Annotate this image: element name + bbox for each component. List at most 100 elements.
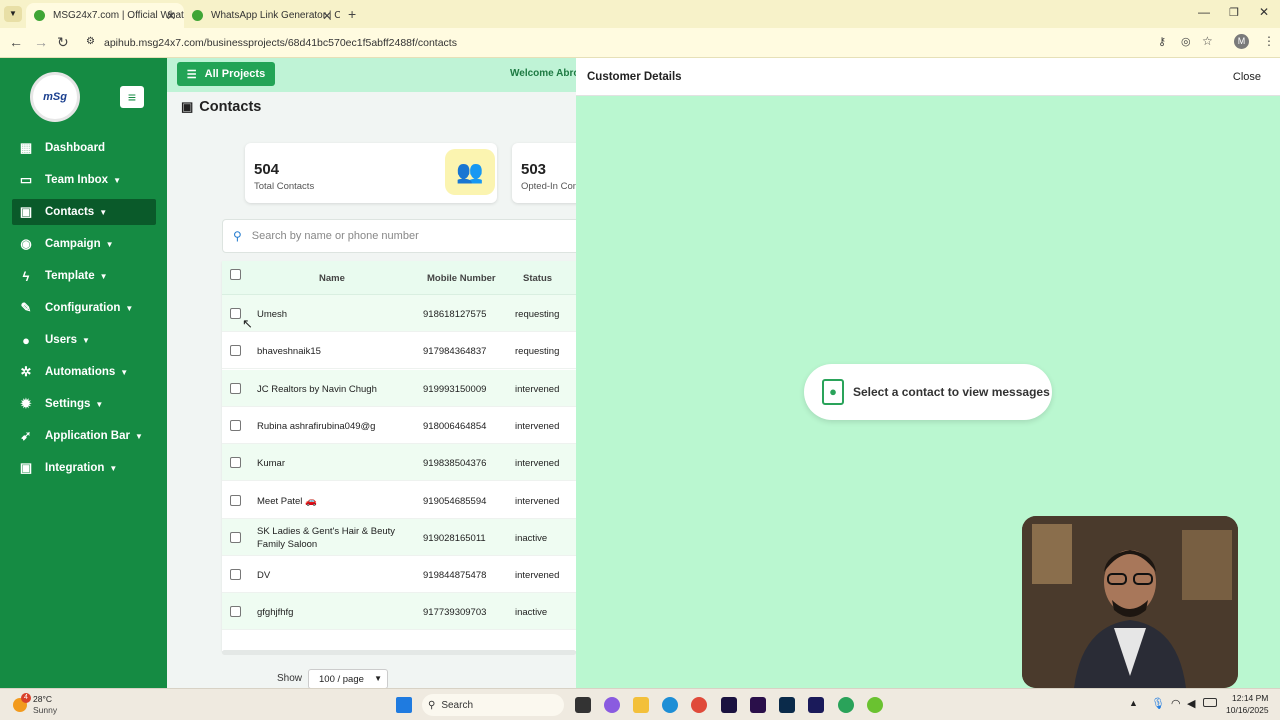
sidebar-item-users[interactable]: ● Users ▼ — [12, 327, 156, 353]
table-row[interactable]: bhaveshnaik15 917984364837 requesting — [222, 332, 576, 370]
battery-icon[interactable] — [1203, 698, 1217, 707]
bookmark-star-icon[interactable]: ☆ — [1202, 34, 1213, 48]
row-checkbox[interactable] — [230, 457, 241, 469]
photoshop-icon[interactable] — [779, 697, 795, 713]
media-encoder-icon[interactable] — [808, 697, 824, 713]
sidebar-item-label: Settings — [45, 398, 91, 410]
template-icon: ϟ — [22, 268, 30, 284]
minimize-icon[interactable]: — — [1198, 5, 1210, 19]
copilot-icon[interactable] — [604, 697, 620, 713]
row-checkbox[interactable] — [230, 308, 241, 319]
table-row[interactable]: Kumar 919838504376 intervened — [222, 444, 576, 482]
mobile-number-cell: 919838504376 — [423, 458, 487, 470]
premiere-icon[interactable] — [750, 697, 766, 713]
browser-tab-link-generator[interactable]: WhatsApp Link Generator | Cre ✕ — [184, 3, 340, 28]
clock-date[interactable]: 10/16/2025 — [1226, 705, 1269, 715]
row-checkbox[interactable] — [230, 345, 241, 357]
sidebar-item-campaign[interactable]: ◉ Campaign ▼ — [12, 231, 156, 257]
restore-icon[interactable]: ❐ — [1229, 6, 1239, 19]
tray-chevron-icon[interactable]: ▲ — [1129, 698, 1138, 708]
sidebar-item-integration[interactable]: ▣ Integration ▼ — [12, 455, 156, 481]
after-effects-icon[interactable] — [721, 697, 737, 713]
row-checkbox[interactable] — [230, 419, 241, 431]
chrome-active-icon[interactable] — [838, 697, 854, 713]
table-row[interactable]: SK Ladies & Gent's Hair & Beuty Family S… — [222, 518, 576, 556]
users-group-icon: 👥 — [445, 149, 495, 195]
url-field[interactable]: ⚙ apihub.msg24x7.com/businessprojects/68… — [80, 32, 1190, 54]
site-info-icon[interactable]: ⚙ — [86, 36, 95, 47]
row-checkbox[interactable] — [230, 382, 241, 394]
column-header-name[interactable]: Name — [319, 273, 345, 284]
taskbar-search-box[interactable]: ⚲ Search — [422, 694, 564, 716]
sidebar-item-dashboard[interactable]: ▦ Dashboard — [12, 135, 156, 161]
menu-toggle-icon[interactable]: ≡ — [120, 86, 144, 108]
password-key-icon[interactable]: ⚷ — [1158, 35, 1166, 48]
column-header-mobile[interactable]: Mobile Number — [427, 273, 496, 284]
edge-icon[interactable] — [662, 697, 678, 713]
gear-icon: ✹ — [20, 396, 32, 411]
browser-tab-msg24x7[interactable]: MSG24x7.com | Official WhatsA ✕ — [26, 3, 184, 28]
all-projects-button[interactable]: ☰ All Projects — [177, 62, 275, 86]
eye-off-icon[interactable]: ◎ — [1181, 35, 1191, 48]
weather-badge: 4 — [21, 693, 31, 703]
sidebar-item-template[interactable]: ϟ Template ▼ — [12, 263, 156, 289]
sidebar-item-team-inbox[interactable]: ▭ Team Inbox ▼ — [12, 167, 156, 193]
select-all-checkbox[interactable] — [230, 269, 241, 280]
sidebar-item-label: Application Bar — [45, 430, 130, 442]
status-cell: intervened — [515, 570, 560, 582]
table-row[interactable]: gfghjfhfg 917739309703 inactive — [222, 593, 576, 631]
horizontal-scrollbar[interactable] — [222, 650, 576, 655]
forward-icon[interactable]: → — [34, 34, 48, 50]
table-row[interactable]: JC Realtors by Navin Chugh 919993150009 in… — [222, 369, 576, 407]
row-checkbox[interactable] — [230, 606, 241, 618]
weather-desc: Sunny — [33, 705, 58, 715]
clock-time[interactable]: 12:14 PM — [1232, 693, 1268, 703]
close-tab-icon[interactable]: ✕ — [322, 9, 332, 23]
windows-start-icon[interactable] — [396, 697, 412, 713]
customer-details-panel: Customer Details Close ● Select a contac… — [576, 58, 1280, 688]
sidebar-item-configuration[interactable]: ✎ Configuration ▼ — [12, 295, 156, 321]
column-header-status[interactable]: Status — [523, 273, 552, 284]
row-checkbox[interactable] — [230, 531, 241, 543]
media-player-icon[interactable] — [867, 697, 883, 713]
status-cell: inactive — [515, 532, 548, 544]
new-tab-button[interactable]: + — [348, 6, 356, 22]
status-cell: intervened — [515, 383, 560, 395]
top-bar: ☰ All Projects Welcome Abro — [167, 58, 576, 92]
table-row[interactable]: Meet Patel 🚗 919054685594 intervened — [222, 482, 576, 519]
table-row[interactable]: Umesh 918618127575 requesting — [222, 295, 576, 332]
stat-label: Total Contacts — [254, 181, 315, 192]
stat-value: 503 — [521, 161, 547, 178]
reload-icon[interactable]: ↻ — [57, 34, 69, 51]
row-checkbox[interactable] — [230, 494, 241, 506]
sidebar-item-label: Campaign — [45, 238, 101, 250]
profile-avatar[interactable]: M — [1234, 34, 1249, 49]
sidebar-item-automations[interactable]: ✲ Automations ▼ — [12, 359, 156, 385]
sidebar-item-label: Template — [45, 270, 95, 282]
stat-card-total-contacts: 504 Total Contacts 👥 — [245, 143, 497, 203]
main-content: ☰ All Projects Welcome Abro ▣ Contacts 5… — [167, 58, 576, 688]
file-explorer-icon[interactable] — [633, 697, 649, 713]
contact-name-cell: Rubina ashrafirubina049@g — [257, 420, 376, 432]
close-tab-icon[interactable]: ✕ — [166, 9, 176, 23]
page-size-select[interactable]: 100 / page ▼ — [308, 669, 388, 688]
close-panel-button[interactable]: Close — [1233, 71, 1261, 83]
back-icon[interactable]: ← — [9, 34, 23, 50]
wifi-icon[interactable]: ◠ — [1171, 697, 1181, 710]
sidebar-item-application-bar[interactable]: ➹ Application Bar ▼ — [12, 423, 156, 449]
browser-menu-icon[interactable]: ⋮ — [1263, 34, 1275, 48]
task-view-icon[interactable] — [575, 697, 591, 713]
search-input[interactable]: ⚲ Search by name or phone number — [222, 219, 576, 253]
volume-icon[interactable]: ◀ — [1187, 697, 1195, 710]
table-row[interactable]: DV 919844875478 intervened — [222, 556, 576, 594]
microphone-icon[interactable]: 🎙 — [1151, 697, 1165, 710]
tab-search-icon[interactable]: ▼ — [4, 6, 22, 22]
table-row[interactable]: Rubina ashrafirubina049@g 918006464854 int… — [222, 407, 576, 444]
sidebar-item-settings[interactable]: ✹ Settings ▼ — [12, 391, 156, 417]
close-window-icon[interactable]: ✕ — [1259, 5, 1269, 19]
row-checkbox[interactable] — [230, 569, 241, 581]
chrome-icon[interactable] — [691, 697, 707, 713]
list-icon: ☰ — [186, 68, 197, 81]
webcam-overlay — [1022, 516, 1238, 688]
sidebar-item-contacts[interactable]: ▣ Contacts ▼ — [12, 199, 156, 225]
